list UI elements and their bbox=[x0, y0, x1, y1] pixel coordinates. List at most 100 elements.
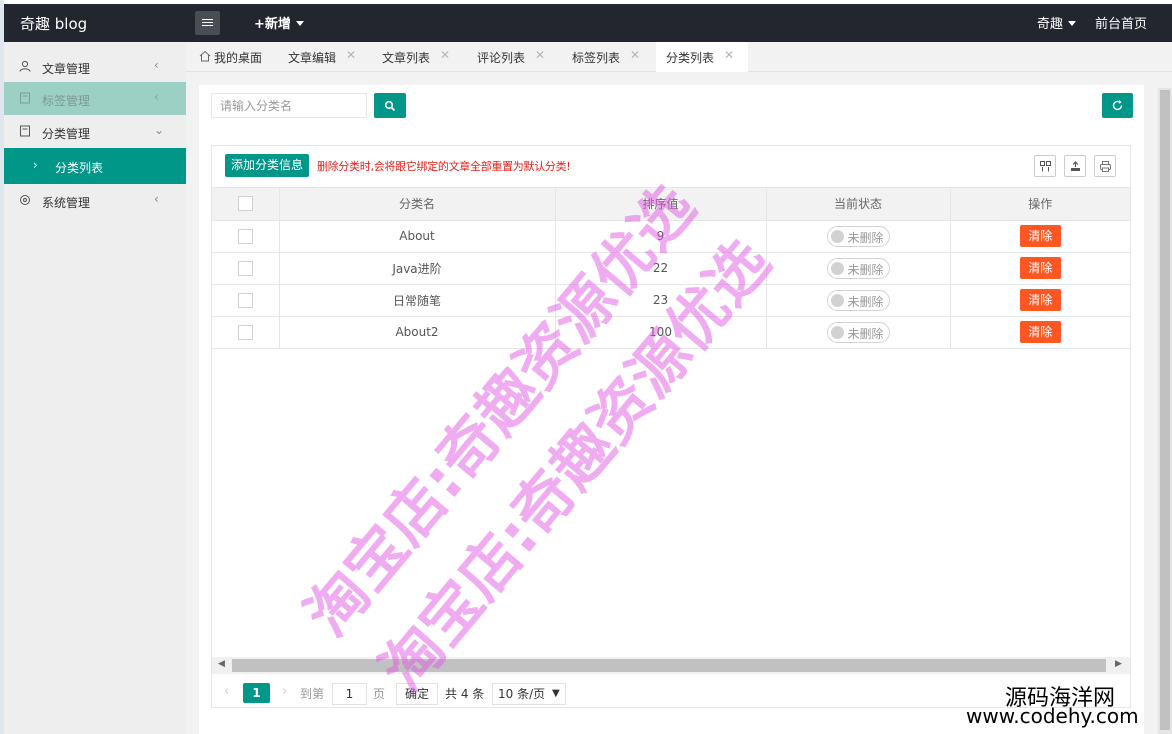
chevron-left-icon: ‹ bbox=[154, 58, 159, 72]
close-icon[interactable]: ✕ bbox=[630, 48, 640, 62]
search-button[interactable] bbox=[374, 93, 406, 118]
print-button[interactable] bbox=[1094, 155, 1116, 177]
clear-button[interactable]: 清除 bbox=[1019, 289, 1061, 311]
action-cell: 清除 bbox=[949, 251, 1130, 285]
prev-page-icon[interactable]: ‹ bbox=[224, 684, 229, 699]
home-icon bbox=[199, 50, 211, 62]
select-all-checkbox[interactable] bbox=[237, 196, 253, 212]
tab-comment-list[interactable]: 评论列表 ✕ bbox=[477, 42, 561, 72]
export-button[interactable] bbox=[1064, 155, 1086, 177]
refresh-icon bbox=[1112, 100, 1123, 111]
user-menu[interactable]: 奇趣 bbox=[1037, 13, 1077, 32]
close-icon[interactable]: ✕ bbox=[535, 48, 545, 62]
row-select-cell bbox=[212, 315, 280, 349]
tab-label: 评论列表 bbox=[477, 51, 526, 65]
tab-home[interactable]: 我的桌面 bbox=[196, 42, 276, 72]
sidebar-item-categories[interactable]: 分类管理 ⌄ bbox=[4, 115, 186, 148]
select-all-cell bbox=[212, 188, 280, 221]
sidebar-item-label: 标签管理 bbox=[42, 94, 91, 108]
tab-article-edit[interactable]: 文章编辑 ✕ bbox=[288, 42, 372, 72]
site-watermark-line2: www.codehy.com bbox=[966, 704, 1139, 728]
page-size-value: 10 条/页 bbox=[498, 687, 546, 701]
sidebar-item-category-list[interactable]: › 分类列表 bbox=[4, 148, 186, 184]
sidebar-item-label: 分类列表 bbox=[55, 161, 104, 175]
delete-warning-text: 删除分类时,会将跟它绑定的文章全部重置为默认分类! bbox=[317, 160, 571, 173]
sidebar: 文章管理 ‹ 标签管理 ‹ 分类管理 ⌄ › 分类列表 系统管理 ‹ bbox=[4, 42, 186, 734]
menu-toggle-button[interactable] bbox=[195, 11, 220, 35]
status-toggle[interactable]: 未删除 bbox=[826, 257, 890, 279]
status-toggle[interactable]: 未删除 bbox=[826, 289, 890, 311]
add-new-menu[interactable]: +新增 bbox=[254, 13, 304, 32]
row-checkbox[interactable] bbox=[237, 324, 253, 340]
scroll-thumb[interactable] bbox=[1160, 90, 1170, 730]
scroll-left-icon[interactable]: ◀ bbox=[218, 659, 225, 669]
toggle-knob bbox=[830, 229, 844, 243]
toggle-knob bbox=[830, 261, 844, 275]
page-number-input[interactable] bbox=[332, 683, 367, 705]
sidebar-item-tags[interactable]: 标签管理 ‹ bbox=[4, 82, 186, 115]
top-bar: 奇趣 blog +新增 奇趣 前台首页 bbox=[4, 4, 1172, 42]
column-header-order[interactable]: 排序值 bbox=[554, 188, 767, 221]
table-row: 日常随笔 23 未删除 清除 bbox=[212, 283, 1130, 317]
status-text: 未删除 bbox=[847, 262, 884, 277]
sidebar-item-label: 分类管理 bbox=[42, 127, 91, 141]
vertical-scrollbar[interactable] bbox=[1158, 88, 1172, 734]
category-name: Java进阶 bbox=[278, 251, 556, 285]
status-text: 未删除 bbox=[847, 230, 884, 245]
tab-tag-list[interactable]: 标签列表 ✕ bbox=[572, 42, 656, 72]
caret-down-icon bbox=[295, 21, 304, 26]
scroll-thumb[interactable] bbox=[232, 659, 1106, 672]
status-cell: 未删除 bbox=[765, 283, 951, 317]
add-category-button[interactable]: 添加分类信息 bbox=[225, 154, 310, 177]
sidebar-item-label: 系统管理 bbox=[42, 196, 91, 210]
app-logo[interactable]: 奇趣 blog bbox=[20, 13, 87, 34]
category-table: 分类名 排序值 当前状态 操作 About 9 未删除 清除 Java进阶 22… bbox=[212, 188, 1130, 349]
tab-label: 文章编辑 bbox=[288, 51, 337, 65]
front-home-link[interactable]: 前台首页 bbox=[1095, 13, 1147, 32]
close-icon[interactable]: ✕ bbox=[346, 48, 356, 62]
tab-label: 分类列表 bbox=[666, 51, 715, 65]
sidebar-item-system[interactable]: 系统管理 ‹ bbox=[4, 184, 186, 217]
row-checkbox[interactable] bbox=[237, 260, 253, 276]
category-order: 23 bbox=[554, 283, 767, 317]
tab-label: 我的桌面 bbox=[214, 51, 263, 65]
chevron-right-icon: › bbox=[33, 158, 38, 172]
page-size-select[interactable]: 10 条/页 ▼ bbox=[492, 683, 566, 705]
column-header-status[interactable]: 当前状态 bbox=[765, 188, 951, 221]
row-select-cell bbox=[212, 283, 280, 317]
chevron-left-icon: ‹ bbox=[154, 192, 159, 206]
table-row: About2 100 未删除 清除 bbox=[212, 315, 1130, 349]
toggle-knob bbox=[830, 325, 844, 339]
category-name: About2 bbox=[278, 315, 556, 349]
refresh-button[interactable] bbox=[1102, 93, 1133, 118]
close-icon[interactable]: ✕ bbox=[440, 48, 450, 62]
columns-filter-button[interactable] bbox=[1034, 155, 1056, 177]
tab-category-list[interactable]: 分类列表 ✕ bbox=[656, 42, 748, 73]
category-order: 22 bbox=[554, 251, 767, 285]
tab-article-list[interactable]: 文章列表 ✕ bbox=[382, 42, 466, 72]
current-page-button[interactable]: 1 bbox=[243, 683, 270, 703]
clear-button[interactable]: 清除 bbox=[1019, 225, 1061, 247]
settings-icon bbox=[20, 195, 30, 205]
clear-button[interactable]: 清除 bbox=[1019, 321, 1061, 343]
sidebar-item-articles[interactable]: 文章管理 ‹ bbox=[4, 50, 186, 83]
horizontal-scrollbar[interactable]: ◀ ▶ bbox=[212, 657, 1130, 674]
row-checkbox[interactable] bbox=[237, 228, 253, 244]
scroll-right-icon[interactable]: ▶ bbox=[1115, 659, 1122, 669]
add-new-label: +新增 bbox=[254, 17, 291, 32]
next-page-icon[interactable]: › bbox=[282, 684, 287, 699]
status-cell: 未删除 bbox=[765, 315, 951, 349]
toggle-knob bbox=[830, 293, 844, 307]
clear-button[interactable]: 清除 bbox=[1019, 257, 1061, 279]
column-header-name[interactable]: 分类名 bbox=[278, 188, 556, 221]
status-toggle[interactable]: 未删除 bbox=[826, 321, 890, 343]
table-toolbar: 添加分类信息 删除分类时,会将跟它绑定的文章全部重置为默认分类! bbox=[212, 146, 1130, 188]
column-header-action: 操作 bbox=[949, 188, 1130, 221]
status-toggle[interactable]: 未删除 bbox=[826, 225, 890, 247]
page-unit-label: 页 bbox=[373, 687, 386, 701]
category-order: 100 bbox=[554, 315, 767, 349]
confirm-page-button[interactable]: 确定 bbox=[396, 683, 438, 705]
row-checkbox[interactable] bbox=[237, 292, 253, 308]
close-icon[interactable]: ✕ bbox=[724, 48, 734, 62]
search-input[interactable] bbox=[211, 93, 367, 118]
